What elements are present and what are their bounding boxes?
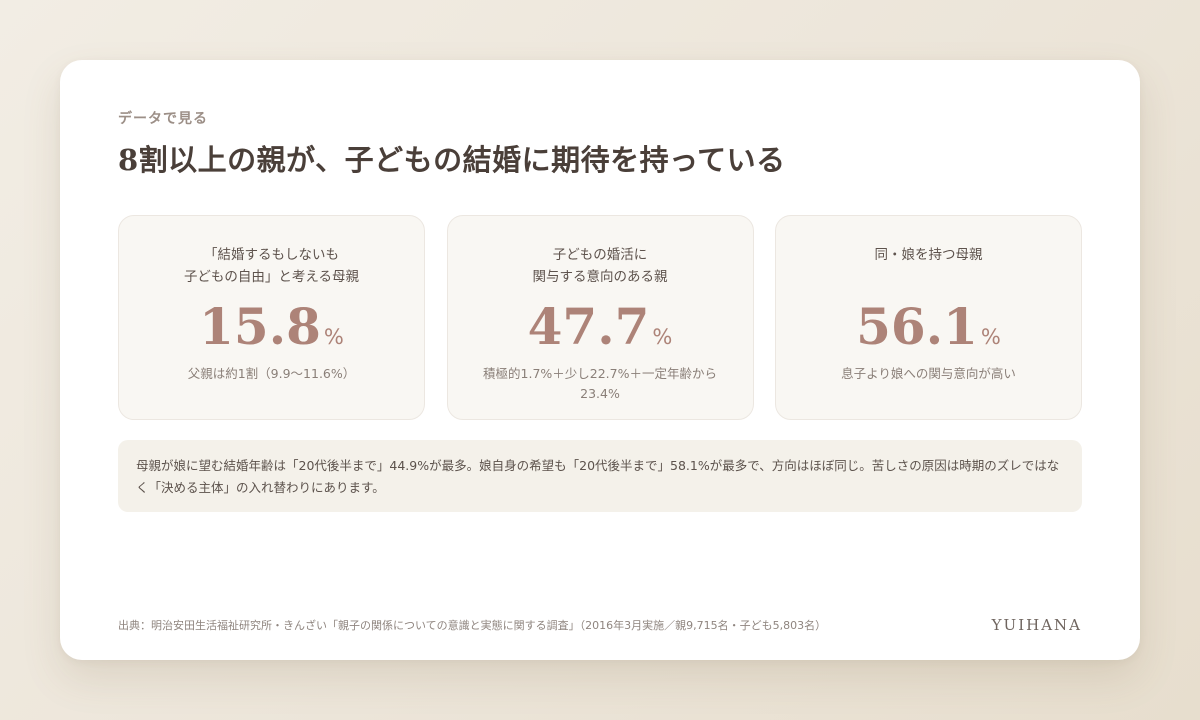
stat-unit: % bbox=[980, 325, 1001, 349]
stat-card-konkatsu-involvement: 子どもの婚活に 関与する意向のある親 47.7 % 積極的1.7%＋少し22.7… bbox=[446, 215, 754, 420]
stat-unit: % bbox=[323, 325, 344, 349]
stat-label: 子どもの婚活に 関与する意向のある親 bbox=[470, 244, 731, 288]
stat-card-daughter-mothers: 同・娘を持つ母親 56.1 % 息子より娘への関与意向が高い bbox=[775, 215, 1082, 420]
stat-label: 同・娘を持つ母親 bbox=[798, 244, 1059, 288]
stat-label-line2: 関与する意向のある親 bbox=[532, 269, 668, 285]
stat-value: 47.7 bbox=[527, 297, 650, 356]
stat-cards: 「結婚するもしないも 子どもの自由」と考える母親 15.8 % 父親は約1割（9… bbox=[118, 215, 1082, 420]
stat-value-row: 15.8 % bbox=[141, 298, 402, 360]
stat-label-line1: 子どもの婚活に bbox=[552, 247, 648, 263]
stat-value-row: 56.1 % bbox=[798, 298, 1059, 360]
stat-unit: % bbox=[652, 325, 673, 349]
stat-label-line1: 同・娘を持つ母親 bbox=[874, 247, 983, 263]
stat-label-line2: 子どもの自由」と考える母親 bbox=[183, 269, 360, 285]
stat-note: 息子より娘への関与意向が高い bbox=[841, 366, 1016, 381]
stat-note: 積極的1.7%＋少し22.7%＋一定年齢から23.4% bbox=[483, 366, 717, 401]
stat-note: 父親は約1割（9.9〜11.6%） bbox=[187, 366, 356, 381]
main-card: データで見る 8割以上の親が、子どもの結婚に期待を持っている 「結婚するもしない… bbox=[60, 60, 1140, 660]
stat-label-line1: 「結婚するもしないも bbox=[204, 247, 339, 263]
brand-logo: YUIHANA bbox=[991, 616, 1082, 634]
eyebrow-label: データで見る bbox=[118, 111, 208, 127]
page-title: 8割以上の親が、子どもの結婚に期待を持っている bbox=[118, 143, 786, 177]
stat-value-row: 47.7 % bbox=[470, 298, 731, 360]
source-citation: 出典：明治安田生活福祉研究所・きんざい「親子の関係についての意識と実態に関する調… bbox=[118, 619, 827, 632]
summary-box: 母親が娘に望む結婚年齢は「20代後半まで」44.9%が最多。娘自身の希望も「20… bbox=[118, 440, 1082, 512]
stat-label: 「結婚するもしないも 子どもの自由」と考える母親 bbox=[141, 244, 402, 288]
stat-value: 15.8 bbox=[199, 297, 321, 356]
stat-value: 56.1 bbox=[856, 297, 978, 356]
stat-card-free-choice: 「結婚するもしないも 子どもの自由」と考える母親 15.8 % 父親は約1割（9… bbox=[118, 215, 425, 420]
